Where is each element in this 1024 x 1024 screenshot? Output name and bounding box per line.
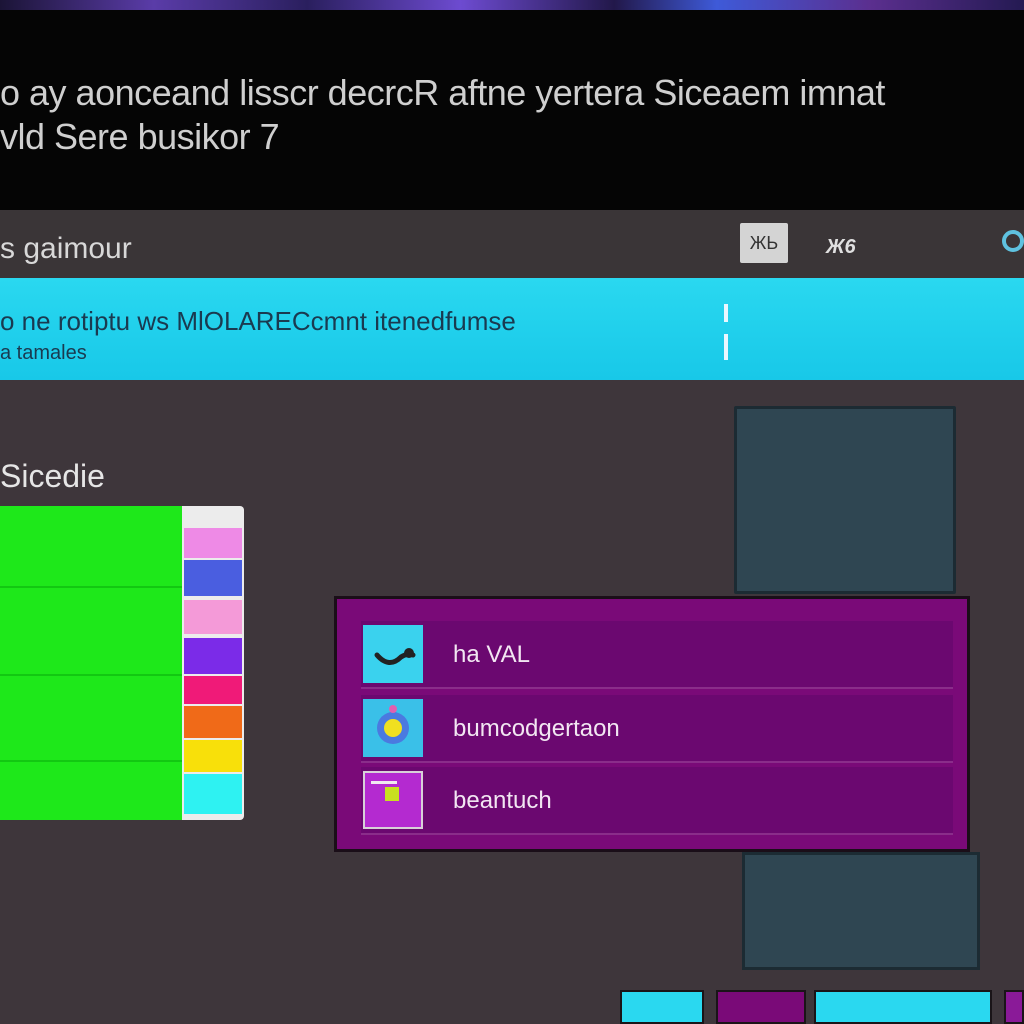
side-card[interactable] xyxy=(734,406,956,594)
banner-title: o ne rotiptu ws MlOLARECcmnt itenedfumse xyxy=(0,306,516,336)
menu-item-label: ha VAL xyxy=(453,641,530,668)
header-text-line-2: vld Sere busikor 7 xyxy=(0,116,280,157)
toolbar-title: s gaimour xyxy=(0,232,132,265)
color-swatch[interactable] xyxy=(184,560,242,596)
toolbar: s gaimour xyxy=(0,210,1024,278)
toolbar-button[interactable]: ЖЬ xyxy=(740,223,788,263)
divider xyxy=(0,760,182,762)
text-cursor-icon xyxy=(724,334,728,360)
color-swatch[interactable] xyxy=(184,638,242,674)
taskbar-tile[interactable] xyxy=(620,990,704,1024)
divider xyxy=(0,674,182,676)
menu-item[interactable]: beantuch xyxy=(361,767,953,835)
top-image-strip xyxy=(0,0,1024,10)
taskbar-tile[interactable] xyxy=(1004,990,1024,1024)
header-text-line-1: o ay aonceand lisscr decrcR aftne yerter… xyxy=(0,72,885,113)
menu-item-label: beantuch xyxy=(453,787,552,814)
color-palette-panel xyxy=(0,506,244,820)
taskbar-tile[interactable] xyxy=(716,990,806,1024)
menu-item[interactable]: ha VAL xyxy=(361,621,953,689)
popup-menu: ha VAL bumcodgertaon beantuch xyxy=(334,596,970,852)
selected-color-preview[interactable] xyxy=(0,506,182,820)
taskbar-tile[interactable] xyxy=(814,990,992,1024)
banner-subtitle: a tamales xyxy=(0,342,87,364)
divider xyxy=(0,586,182,588)
toolbar-count: Ж6 xyxy=(826,236,856,258)
flower-icon xyxy=(363,699,423,757)
menu-item[interactable]: bumcodgertaon xyxy=(361,695,953,763)
color-swatch[interactable] xyxy=(184,740,242,772)
color-swatch[interactable] xyxy=(184,528,242,558)
search-icon[interactable] xyxy=(1002,230,1024,252)
menu-item-label: bumcodgertaon xyxy=(453,715,620,742)
color-swatch[interactable] xyxy=(184,676,242,704)
header: o ay aonceand lisscr decrcR aftne yerter… xyxy=(0,10,1024,210)
color-swatch[interactable] xyxy=(184,706,242,738)
swoosh-icon xyxy=(363,625,423,683)
section-title: Sicedie xyxy=(0,458,105,494)
color-swatch[interactable] xyxy=(184,600,242,634)
side-card[interactable] xyxy=(742,852,980,970)
color-swatch[interactable] xyxy=(184,774,242,814)
document-icon xyxy=(363,771,423,829)
text-cursor-icon xyxy=(724,304,728,322)
